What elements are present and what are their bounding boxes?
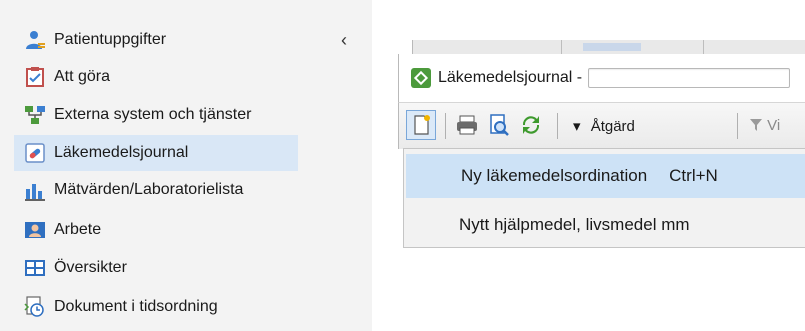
nav-item-label: Att göra [54,68,111,85]
nav-item-matvarden[interactable]: Mätvärden/Laboratorielista [14,172,298,208]
menu-item-label: Nytt hjälpmedel, livsmedel mm [459,215,690,234]
nav-item-label: Arbete [54,221,102,238]
new-button[interactable] [406,110,436,140]
nav-item-label: Översikter [54,259,127,276]
user-icon [26,31,45,49]
nav-item-externa-system[interactable]: Externa system och tjänster [14,97,298,133]
menu-item-label: Ny läkemedelsordination [461,166,648,185]
atgard-dropdown-menu: Ny läkemedelsordination Ctrl+N Nytt hjäl… [403,148,805,248]
menu-item-nytt-hjalpmedel[interactable]: Nytt hjälpmedel, livsmedel mm [404,203,805,247]
nav-item-label: Patientuppgifter [54,31,167,48]
atgard-menu-button[interactable]: ▾ Åtgärd [573,117,635,135]
window-titlebar: Läkemedelsjournal - [398,54,805,102]
dropdown-arrow-icon: ▾ [573,118,581,135]
lab-chart-icon [25,184,45,201]
nav-item-label: Externa system och tjänster [54,106,252,123]
nav-item-arbete[interactable]: Arbete [14,212,298,248]
checklist-icon [26,67,44,87]
toolbar: ▾ Åtgärd Vi [398,102,805,149]
nav-item-label: Dokument i tidsordning [54,298,218,315]
lakemedelsjournal-window: Läkemedelsjournal - ▾ Åtgärd Vi Ny läkem… [398,40,805,250]
network-icon [25,106,45,124]
filter-icon [750,119,762,131]
menu-item-shortcut: Ctrl+N [669,166,718,185]
background-window-strip [412,40,805,54]
filter-button[interactable]: Vi [749,117,780,134]
menu-item-ny-lakemedelsordination[interactable]: Ny läkemedelsordination Ctrl+N [406,154,805,198]
filter-label: Vi [767,117,781,134]
print-icon[interactable] [455,113,479,137]
nav-item-dokument-tidsordning[interactable]: Dokument i tidsordning [14,289,298,325]
collapse-panel-button[interactable]: ‹ [337,30,351,50]
refresh-icon[interactable] [519,113,543,137]
nav-item-label: Läkemedelsjournal [54,144,189,161]
toolbar-separator [557,113,558,139]
nav-item-lakemedelsjournal[interactable]: Läkemedelsjournal [14,135,298,171]
document-clock-icon [24,296,44,317]
grid-icon [25,260,45,276]
toolbar-separator [737,113,738,139]
print-preview-icon[interactable] [487,113,511,137]
toolbar-separator [445,113,446,139]
patient-name-field [588,68,791,88]
app-icon [411,68,431,88]
nav-item-oversikter[interactable]: Översikter [14,250,298,286]
nav-item-patientuppgifter[interactable]: Patientuppgifter [14,22,298,58]
window-title: Läkemedelsjournal - [438,69,583,86]
nav-item-att-gora[interactable]: Att göra [14,59,298,95]
new-document-icon [414,115,430,135]
navigation-panel: Patientuppgifter Att göra Externa system… [0,0,372,331]
nav-item-label: Mätvärden/Laboratorielista [54,181,244,198]
work-icon [25,222,45,238]
medicine-icon [25,143,45,163]
atgard-label: Åtgärd [590,118,635,135]
